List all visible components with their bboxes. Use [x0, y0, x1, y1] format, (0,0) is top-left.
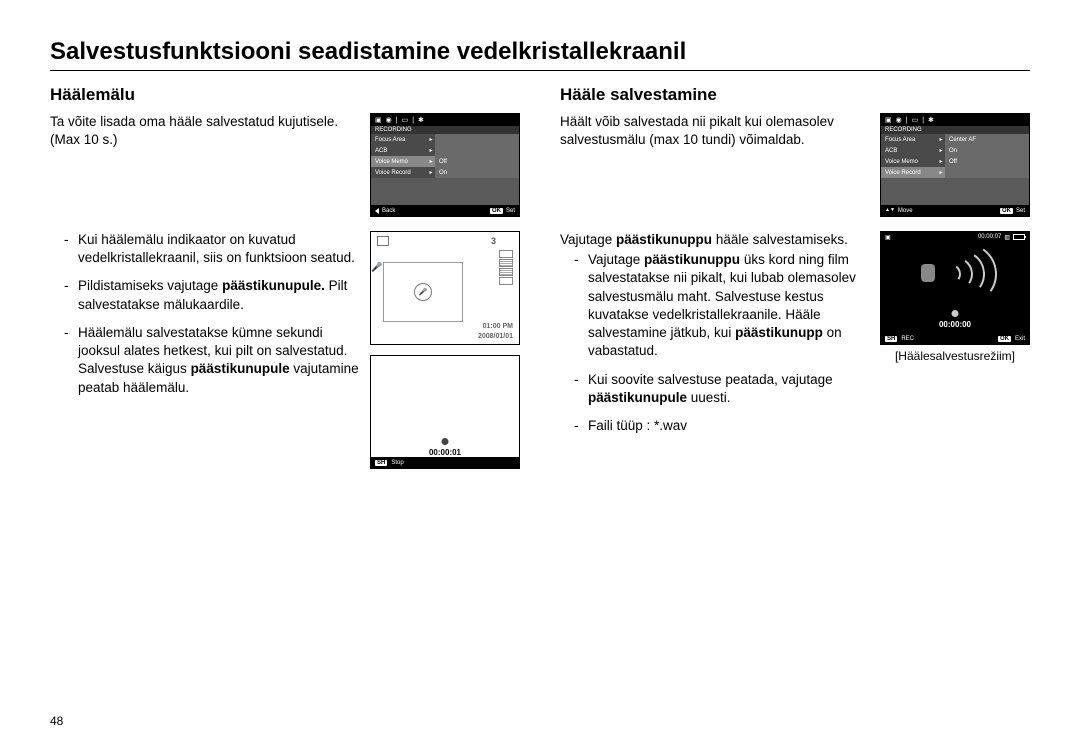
- intro-row-left: Ta võite lisada oma hääle salvestatud ku…: [50, 113, 520, 217]
- body-row-right: Vajutage päästikunuppu hääle salvestamis…: [560, 231, 1030, 445]
- lead-text: Vajutage päästikunuppu hääle salvestamis…: [560, 231, 870, 249]
- stop-label: Stop: [391, 460, 403, 466]
- figure-caption: [Häälesalvestusrežiim]: [895, 349, 1015, 363]
- lcd-top-status: ▣ 00:00:07 ▥: [881, 232, 1029, 242]
- ok-icon: OK: [1000, 208, 1013, 214]
- gear-icon: ✱: [928, 116, 934, 124]
- book-icon: ▭: [402, 116, 409, 124]
- bullet-list-right: Vajutage päästikunuppu üks kord ning fil…: [560, 251, 870, 435]
- lcd-footer: SH Stop: [371, 457, 519, 468]
- camera-icon: ▣: [885, 116, 892, 124]
- intro-text-left: Ta võite lisada oma hääle salvestatud ku…: [50, 113, 360, 149]
- lcd-menu-left: ▣ ◉ | ▭ | ✱ RECORDING Focus Area▸ ACB▸ V…: [370, 113, 520, 217]
- bullet-list-left: Kui häälemälu indikaator on kuvatud vede…: [50, 231, 360, 397]
- list-item: Häälemälu salvestatakse kümne sekundi jo…: [64, 324, 360, 397]
- timer-label: 00:00:00: [881, 320, 1029, 329]
- page-title: Salvestusfunktsiooni seadistamine vedelk…: [50, 38, 1030, 66]
- record-dot-icon: [442, 438, 449, 445]
- mic-icon: 🎤: [371, 262, 382, 273]
- exit-label: Exit: [1015, 336, 1025, 342]
- lcd-menu-right: ▣ ◉ | ▭ | ✱ RECORDING Focus Area▸Center …: [880, 113, 1030, 217]
- lcd-footer: SH REC OK Exit: [881, 333, 1029, 344]
- menu-row: Focus Area▸: [371, 134, 519, 145]
- card-icon: ▥: [1004, 234, 1010, 241]
- heading-voice-record: Hääle salvestamine: [560, 85, 1030, 105]
- menu-row: Voice Memo▸Off: [881, 156, 1029, 167]
- page-number: 48: [50, 714, 63, 728]
- lcd-voice-recording: ▣ 00:00:07 ▥ 00:00:00 SH: [880, 231, 1030, 345]
- lcd-footer: ▲▼Move OKSet: [881, 205, 1029, 216]
- list-item: Vajutage päästikunuppu üks kord ning fil…: [574, 251, 870, 360]
- list-item: Kui häälemälu indikaator on kuvatud vede…: [64, 231, 360, 267]
- sound-icon: ◉: [386, 116, 392, 124]
- list-item: Kui soovite salvestuse peatada, vajutage…: [574, 371, 870, 407]
- menu-row-selected: Voice Record▸: [881, 167, 1029, 178]
- lcd-footer: Back OKSet: [371, 205, 519, 216]
- voice-icon: 🎤: [414, 283, 432, 301]
- lcd-top-icons: ▣ ◉ | ▭ | ✱: [881, 114, 1029, 126]
- sound-icon: ◉: [896, 116, 902, 124]
- back-icon: [375, 208, 379, 214]
- record-dot-icon: [952, 310, 959, 317]
- ok-icon: OK: [490, 208, 503, 214]
- quality-icons: [499, 250, 513, 286]
- gear-icon: ✱: [418, 116, 424, 124]
- elapsed-time: 00:00:07: [978, 234, 1001, 240]
- menu-row: ACB▸: [371, 145, 519, 156]
- lcd-section-title: RECORDING: [371, 126, 519, 134]
- menu-row-selected: Voice Memo▸Off: [371, 156, 519, 167]
- mode-icon: [377, 236, 389, 246]
- lcd-section-title: RECORDING: [881, 126, 1029, 134]
- camera-icon: ▣: [375, 116, 382, 124]
- title-rule: [50, 70, 1030, 71]
- menu-row: ACB▸On: [881, 145, 1029, 156]
- body-text-left: Kui häälemälu indikaator on kuvatud vede…: [50, 231, 360, 407]
- rec-mode-icon: ▣: [885, 234, 891, 241]
- body-text-right: Vajutage päästikunuppu hääle salvestamis…: [560, 231, 870, 445]
- columns: Häälemälu Ta võite lisada oma hääle salv…: [50, 85, 1030, 469]
- focus-frame: 🎤: [383, 262, 463, 322]
- sh-icon: SH: [885, 336, 897, 342]
- list-item: Pildistamiseks vajutage päästikunupule. …: [64, 277, 360, 313]
- sh-icon: SH: [375, 460, 387, 466]
- col-left: Häälemälu Ta võite lisada oma hääle salv…: [50, 85, 520, 469]
- heading-voice-memo: Häälemälu: [50, 85, 520, 105]
- battery-icon: [1013, 234, 1025, 240]
- intro-row-right: Häält võib salvestada nii pikalt kui ole…: [560, 113, 1030, 217]
- lcd-top-icons: ▣ ◉ | ▭ | ✱: [371, 114, 519, 126]
- rec-label: REC: [901, 336, 914, 342]
- book-icon: ▭: [912, 116, 919, 124]
- ok-icon: OK: [998, 336, 1011, 342]
- timer-label: 00:00:01: [371, 448, 519, 457]
- col-right: Hääle salvestamine Häält võib salvestada…: [560, 85, 1030, 469]
- list-item: Faili tüüp : *.wav: [574, 417, 870, 435]
- body-row-left: Kui häälemälu indikaator on kuvatud vede…: [50, 231, 520, 469]
- lcd-recording: 00:00:01 SH Stop: [370, 355, 520, 469]
- date-label: 2008/01/01: [478, 333, 513, 340]
- lcd-preview: 3 🎤 🎤 01:00 PM 2008/01/01: [370, 231, 520, 345]
- microphone-icon: [921, 264, 935, 282]
- move-icon: ▲▼: [885, 209, 895, 212]
- menu-row: Voice Record▸On: [371, 167, 519, 178]
- menu-row: Focus Area▸Center AF: [881, 134, 1029, 145]
- shot-count: 3: [491, 236, 497, 246]
- intro-text-right: Häält võib salvestada nii pikalt kui ole…: [560, 113, 870, 149]
- time-label: 01:00 PM: [483, 323, 513, 330]
